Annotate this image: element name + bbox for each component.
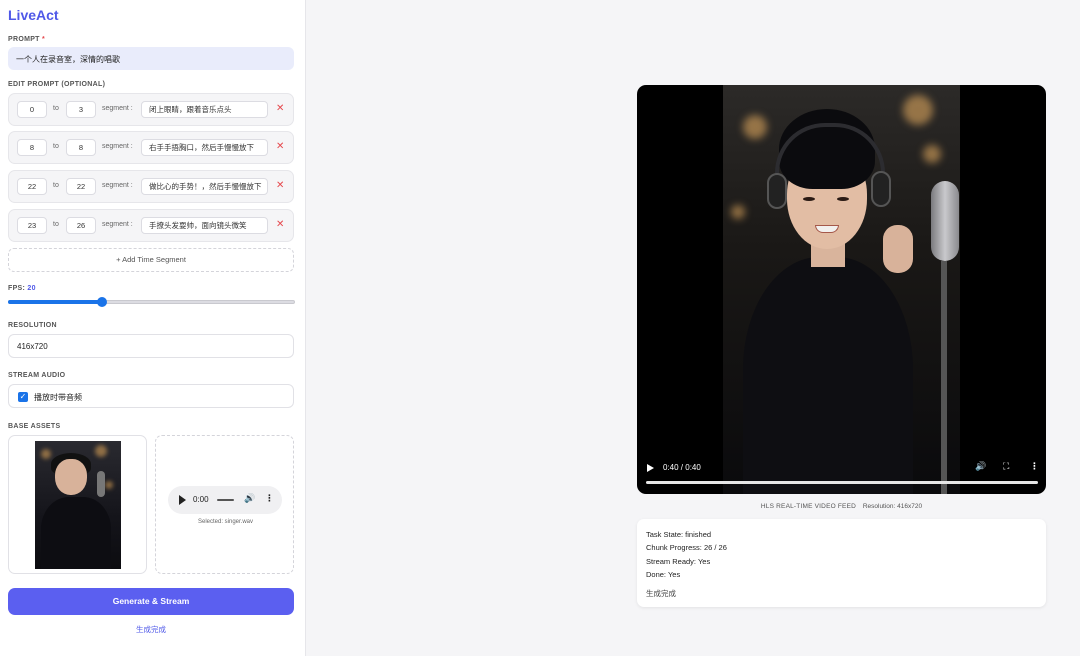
segment-text-input[interactable]: 做比心的手势！，然后手慢慢放下 (141, 178, 268, 195)
task-state: Task State: finished (646, 530, 712, 539)
to-label: to (53, 221, 59, 228)
segment-start-input[interactable]: 0 (17, 101, 47, 118)
volume-icon[interactable]: 🔊 (975, 461, 986, 472)
delete-icon[interactable]: ✕ (276, 219, 284, 230)
delete-icon[interactable]: ✕ (276, 103, 284, 114)
segment-end-input[interactable]: 26 (66, 217, 96, 234)
audio-progress[interactable] (217, 499, 234, 501)
stream-audio-checkbox-label: 播放时带音频 (34, 393, 82, 402)
fps-slider-thumb[interactable] (97, 297, 107, 307)
required-mark: * (42, 36, 46, 43)
resolution-text: Resolution: 416x720 (862, 503, 923, 510)
app-title: LiveAct (8, 7, 59, 23)
video-player[interactable]: 0:40 / 0:40 🔊 ⛶ ⋮ (637, 85, 1046, 494)
fps-label-text: FPS: (8, 285, 26, 292)
fps-slider-fill (8, 300, 103, 304)
more-vert-icon[interactable]: ⋮ (265, 493, 274, 504)
generate-stream-button[interactable]: Generate & Stream (8, 588, 294, 615)
chunk-progress: Chunk Progress: 26 / 26 (646, 543, 727, 552)
segment-end-input[interactable]: 22 (66, 178, 96, 195)
to-label: to (53, 182, 59, 189)
feed-label: HLS REAL-TIME VIDEO FEED (760, 503, 857, 510)
audio-asset-card[interactable]: 0:00 🔊 ⋮ Selected: singer.wav (155, 435, 294, 574)
prompt-label-text: PROMPT (8, 36, 40, 43)
play-icon[interactable] (179, 495, 186, 505)
status-card: Task State: finished Chunk Progress: 26 … (637, 519, 1046, 607)
to-label: to (53, 143, 59, 150)
sidebar: LiveAct PROMPT * 一个人在录音室，深情的唱歌 EDIT PROM… (0, 0, 306, 656)
segment-end-input[interactable]: 8 (66, 139, 96, 156)
more-vert-icon[interactable]: ⋮ (1030, 461, 1039, 472)
add-time-segment-button[interactable]: + Add Time Segment (8, 248, 294, 272)
fps-value: 20 (27, 285, 36, 292)
character-image (35, 441, 121, 569)
status-message: 生成完成 (646, 589, 676, 598)
edit-prompt-label: EDIT PROMPT (OPTIONAL) (8, 81, 106, 88)
fullscreen-icon[interactable]: ⛶ (1003, 461, 1009, 472)
play-icon[interactable] (647, 464, 654, 472)
segment-start-input[interactable]: 23 (17, 217, 47, 234)
stream-ready: Stream Ready: Yes (646, 557, 711, 566)
time-segment-row: 8 to 8 segment : 右手手捂胸口，然后手慢慢放下 ✕ (8, 131, 294, 164)
resolution-select[interactable]: 416x720 (8, 334, 294, 358)
generation-status-text: 生成完成 (136, 625, 166, 634)
segment-label: segment : (102, 221, 133, 228)
selected-file-text: Selected: singer.wav (197, 519, 254, 525)
segment-text-input[interactable]: 手撩头发耍帅，面向镜头微笑 (141, 217, 268, 234)
stream-audio-label: STREAM AUDIO (8, 372, 66, 379)
segment-label: segment : (102, 105, 133, 112)
video-frame (723, 85, 960, 494)
to-label: to (53, 105, 59, 112)
segment-text-input[interactable]: 闭上眼睛，跟着音乐点头 (141, 101, 268, 118)
stream-audio-field: ✓ 播放时带音频 (8, 384, 294, 408)
fps-label: FPS: 20 (8, 285, 36, 292)
delete-icon[interactable]: ✕ (276, 180, 284, 191)
segment-label: segment : (102, 143, 133, 150)
segment-text-input[interactable]: 右手手捂胸口，然后手慢慢放下 (141, 139, 268, 156)
done-status: Done: Yes (646, 570, 681, 579)
delete-icon[interactable]: ✕ (276, 141, 284, 152)
video-progress-bar[interactable] (646, 481, 1038, 484)
segment-end-input[interactable]: 3 (66, 101, 96, 118)
time-segment-row: 23 to 26 segment : 手撩头发耍帅，面向镜头微笑 ✕ (8, 209, 294, 242)
segment-start-input[interactable]: 22 (17, 178, 47, 195)
video-caption: HLS REAL-TIME VIDEO FEED Resolution: 416… (637, 503, 1046, 510)
time-segment-row: 22 to 22 segment : 做比心的手势！，然后手慢慢放下 ✕ (8, 170, 294, 203)
segment-start-input[interactable]: 8 (17, 139, 47, 156)
time-segment-row: 0 to 3 segment : 闭上眼睛，跟着音乐点头 ✕ (8, 93, 294, 126)
audio-time: 0:00 (193, 495, 209, 504)
segment-label: segment : (102, 182, 133, 189)
audio-player: 0:00 🔊 ⋮ (168, 486, 282, 514)
prompt-label: PROMPT * (8, 36, 45, 43)
resolution-label: RESOLUTION (8, 322, 57, 329)
base-assets-label: BASE ASSETS (8, 423, 61, 430)
prompt-input[interactable]: 一个人在录音室，深情的唱歌 (8, 47, 294, 70)
image-asset-card[interactable] (8, 435, 147, 574)
checkbox-icon[interactable]: ✓ (18, 392, 28, 402)
video-time: 0:40 / 0:40 (663, 463, 701, 472)
volume-icon[interactable]: 🔊 (244, 493, 255, 504)
